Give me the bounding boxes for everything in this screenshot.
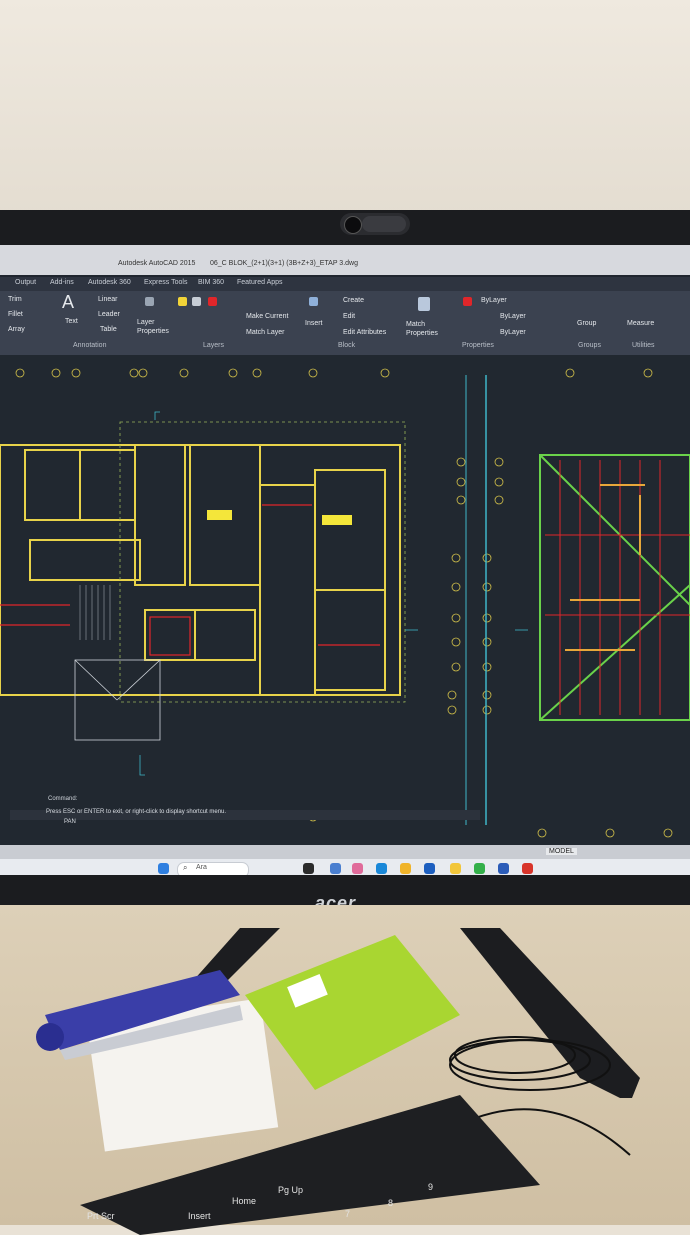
- match-layer-button[interactable]: Match Layer: [246, 329, 285, 336]
- key-7[interactable]: 7: [345, 1209, 350, 1219]
- array-button[interactable]: Array: [8, 326, 25, 333]
- match-properties-button[interactable]: Match Properties: [406, 320, 444, 338]
- edge-icon[interactable]: [376, 863, 387, 874]
- annotation-group-label[interactable]: Annotation: [73, 342, 106, 349]
- table-button[interactable]: Table: [100, 326, 117, 333]
- properties-group-label[interactable]: Properties: [462, 342, 494, 349]
- model-tab[interactable]: MODEL: [546, 848, 577, 855]
- text-button[interactable]: Text: [65, 318, 78, 325]
- key-insert[interactable]: Insert: [188, 1211, 211, 1221]
- tab-add-ins[interactable]: Add-ins: [50, 279, 74, 286]
- wall-background: [0, 0, 690, 215]
- layer-properties-icon[interactable]: [145, 297, 154, 306]
- webcam-shutter-switch[interactable]: [362, 216, 406, 232]
- taskbar-search-input[interactable]: [177, 862, 249, 875]
- leader-button[interactable]: Leader: [98, 311, 120, 318]
- tab-featured-apps[interactable]: Featured Apps: [237, 279, 283, 286]
- color-bylayer-select[interactable]: ByLayer: [481, 297, 507, 304]
- outlook-icon[interactable]: [424, 863, 435, 874]
- edit-block-button[interactable]: Edit: [343, 313, 355, 320]
- monitor-screen: Autodesk AutoCAD 2015 06_C BLOK_(2+1)(3+…: [0, 245, 690, 875]
- key-prtscr[interactable]: Prt Scr: [87, 1211, 115, 1221]
- layer-on-icon[interactable]: [178, 297, 187, 306]
- edit-attributes-button[interactable]: Edit Attributes: [343, 329, 386, 336]
- ribbon-tabs: Output Add-ins Autodesk 360 Express Tool…: [0, 277, 690, 291]
- utilities-group-label[interactable]: Utilities: [632, 342, 655, 349]
- layer-freeze-icon[interactable]: [192, 297, 201, 306]
- entrance-canopy: [74, 659, 161, 741]
- trim-button[interactable]: Trim: [8, 296, 22, 303]
- text-tool-icon[interactable]: A: [62, 292, 74, 313]
- search-icon: ⌕: [183, 863, 188, 872]
- app-title: Autodesk AutoCAD 2015: [118, 260, 196, 267]
- layer-properties-button[interactable]: Layer Properties: [137, 318, 171, 336]
- key-8[interactable]: 8: [388, 1198, 393, 1208]
- webcam-lens-icon: [344, 216, 362, 234]
- tab-express-tools[interactable]: Express Tools: [144, 279, 187, 286]
- whatsapp-icon[interactable]: [474, 863, 485, 874]
- section-markers: [139, 411, 528, 776]
- measure-button[interactable]: Measure: [627, 320, 654, 327]
- command-label: Command:: [48, 796, 78, 802]
- key-home[interactable]: Home: [232, 1196, 256, 1206]
- plan-walls: [0, 444, 401, 696]
- start-icon[interactable]: [158, 863, 169, 874]
- insert-block-icon[interactable]: [309, 297, 318, 306]
- command-input[interactable]: PAN: [64, 819, 76, 825]
- search-placeholder: Ara: [196, 864, 207, 871]
- make-current-button[interactable]: Make Current: [246, 313, 288, 320]
- color-bylayer-swatch[interactable]: [463, 297, 472, 306]
- keyboard[interactable]: [80, 1095, 540, 1235]
- word-icon[interactable]: [498, 863, 509, 874]
- lineweight-bylayer-select[interactable]: ByLayer: [500, 329, 526, 336]
- command-prompt: Press ESC or ENTER to exit, or right-cli…: [46, 809, 227, 815]
- drawing-canvas[interactable]: [0, 355, 690, 855]
- insert-button[interactable]: Insert: [305, 320, 323, 327]
- autocad-icon[interactable]: [522, 863, 533, 874]
- grid-bubbles: [15, 368, 653, 715]
- key-pgup[interactable]: Pg Up: [278, 1185, 303, 1195]
- roof-plan: [539, 454, 690, 721]
- fillet-button[interactable]: Fillet: [8, 311, 23, 318]
- status-bar: [0, 845, 690, 860]
- create-block-button[interactable]: Create: [343, 297, 364, 304]
- tab-autodesk-360[interactable]: Autodesk 360: [88, 279, 131, 286]
- linetype-bylayer-select[interactable]: ByLayer: [500, 313, 526, 320]
- match-properties-icon[interactable]: [418, 297, 430, 311]
- floor-plan-drawing: [0, 368, 690, 838]
- key-9[interactable]: 9: [428, 1182, 433, 1192]
- file-explorer-icon[interactable]: [450, 863, 461, 874]
- room-labels: [207, 510, 352, 525]
- linear-dimension-button[interactable]: Linear: [98, 296, 117, 303]
- group-button[interactable]: Group: [577, 320, 596, 327]
- windows-taskbar: [0, 859, 690, 875]
- tab-output[interactable]: Output: [15, 279, 36, 286]
- block-group-label[interactable]: Block: [338, 342, 355, 349]
- stapler[interactable]: [35, 965, 245, 1060]
- file-title: 06_C BLOK_(2+1)(3+1) (3B+Z+3)_ETAP 3.dwg: [210, 260, 358, 267]
- tab-bim-360[interactable]: BIM 360: [198, 279, 224, 286]
- groups-group-label[interactable]: Groups: [578, 342, 601, 349]
- window-titlebar: Autodesk AutoCAD 2015 06_C BLOK_(2+1)(3+…: [0, 245, 690, 275]
- task-view-icon[interactable]: [303, 863, 314, 874]
- widgets-icon[interactable]: [330, 863, 341, 874]
- layers-group-label[interactable]: Layers: [203, 342, 224, 349]
- layer-color-swatch[interactable]: [208, 297, 217, 306]
- stair-lines: [79, 585, 111, 640]
- copilot-icon[interactable]: [352, 863, 363, 874]
- chrome-icon[interactable]: [400, 863, 411, 874]
